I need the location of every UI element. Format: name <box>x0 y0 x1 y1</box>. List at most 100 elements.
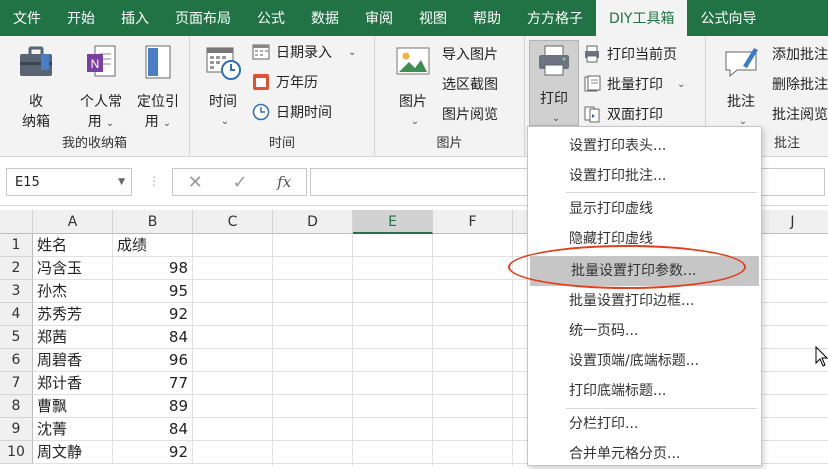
printer-icon <box>539 45 569 76</box>
comment-button[interactable]: 批注 ⌄ <box>718 42 764 132</box>
row-header[interactable]: 2 <box>0 257 33 280</box>
menu-item-print-bottom-title[interactable]: 打印底端标题... <box>528 376 761 406</box>
perpetual-calendar-label: 万年历 <box>276 75 318 91</box>
row-header[interactable]: 5 <box>0 326 33 349</box>
menu-item-merged-cell-paging[interactable]: 合并单元格分页... <box>528 439 761 469</box>
menu-item-column-print[interactable]: 分栏打印... <box>528 409 761 439</box>
score-cell[interactable]: 92 <box>113 303 193 326</box>
print-current-page-button[interactable]: 打印当前页 <box>583 44 677 64</box>
header-cell-name[interactable]: 姓名 <box>33 234 113 257</box>
print-button[interactable]: 打印 ⌄ <box>529 40 579 126</box>
chevron-down-icon: ⌄ <box>105 118 115 129</box>
name-cell[interactable]: 沈菁 <box>33 418 113 441</box>
menu-item-show-print-dashes[interactable]: 显示打印虚线 <box>528 194 761 224</box>
menu-item-set-top-bottom-titles[interactable]: 设置顶端/底端标题... <box>528 346 761 376</box>
menu-item-batch-print-params[interactable]: 批量设置打印参数... <box>530 256 759 286</box>
name-cell[interactable]: 苏秀芳 <box>33 303 113 326</box>
fx-icon[interactable]: fx <box>277 173 291 191</box>
add-comment-button[interactable]: 添加批注 <box>772 44 828 64</box>
image-view-button[interactable]: 图片阅览 <box>442 104 498 124</box>
name-cell[interactable]: 郑茜 <box>33 326 113 349</box>
score-cell[interactable]: 92 <box>113 441 193 464</box>
tab-file[interactable]: 文件 <box>0 0 54 36</box>
print-page-icon <box>585 45 599 63</box>
row-header[interactable]: 10 <box>0 441 33 464</box>
storage-box-button[interactable]: 收 纳箱 <box>12 42 60 132</box>
column-header[interactable]: F <box>433 210 513 234</box>
column-header[interactable]: C <box>193 210 273 234</box>
select-all-corner[interactable] <box>0 210 33 234</box>
menu-item-set-print-header[interactable]: 设置打印表头... <box>528 131 761 161</box>
group-time: 时间 ⌄ 日期录入 ⌄ 万年历 日期时间 时间 <box>190 36 375 157</box>
cancel-icon[interactable]: ✕ <box>188 172 203 193</box>
grip-icon[interactable]: ⋮ <box>148 174 160 188</box>
header-cell-score[interactable]: 成绩 <box>113 234 193 257</box>
row-header[interactable]: 6 <box>0 349 33 372</box>
tab-review[interactable]: 审阅 <box>352 0 406 36</box>
score-cell[interactable]: 77 <box>113 372 193 395</box>
panel-icon <box>145 45 171 79</box>
menu-item-batch-print-borders[interactable]: 批量设置打印边框... <box>528 286 761 316</box>
name-cell[interactable]: 孙杰 <box>33 280 113 303</box>
name-cell[interactable]: 冯含玉 <box>33 257 113 280</box>
score-cell[interactable]: 98 <box>113 257 193 280</box>
score-cell[interactable]: 84 <box>113 326 193 349</box>
menu-item-set-print-comments[interactable]: 设置打印批注... <box>528 161 761 191</box>
tab-insert[interactable]: 插入 <box>108 0 162 36</box>
menu-item-unify-page-numbers[interactable]: 统一页码... <box>528 316 761 346</box>
tab-formula-wizard[interactable]: 公式向导 <box>687 0 769 36</box>
personal-common-button[interactable]: N 个人常 用 ⌄ <box>72 42 130 134</box>
column-header[interactable]: B <box>113 210 193 234</box>
duplex-print-button[interactable]: 双面打印 <box>583 104 663 124</box>
name-cell[interactable]: 曹飘 <box>33 395 113 418</box>
name-cell[interactable]: 周碧香 <box>33 349 113 372</box>
perpetual-calendar-button[interactable]: 万年历 <box>252 72 318 92</box>
tab-help[interactable]: 帮助 <box>460 0 514 36</box>
score-cell[interactable]: 96 <box>113 349 193 372</box>
tab-fangfang[interactable]: 方方格子 <box>514 0 596 36</box>
column-header[interactable]: J <box>753 210 828 234</box>
tab-data[interactable]: 数据 <box>298 0 352 36</box>
row-header[interactable]: 7 <box>0 372 33 395</box>
time-button[interactable]: 时间 ⌄ <box>200 42 246 132</box>
image-button[interactable]: 图片 ⌄ <box>391 42 435 132</box>
check-icon[interactable]: ✓ <box>232 172 247 193</box>
score-cell[interactable]: 95 <box>113 280 193 303</box>
column-header[interactable]: A <box>33 210 113 234</box>
region-capture-button[interactable]: 选区截图 <box>442 74 498 94</box>
menu-separator <box>566 192 757 193</box>
row-header[interactable]: 3 <box>0 280 33 303</box>
import-image-button[interactable]: 导入图片 <box>442 44 498 64</box>
group-storage-label: 我的收纳箱 <box>61 136 127 151</box>
date-grid-icon <box>252 44 270 60</box>
row-header[interactable]: 4 <box>0 303 33 326</box>
tab-diy-toolbox[interactable]: DIY工具箱 <box>596 0 688 36</box>
import-image-label: 导入图片 <box>442 47 498 63</box>
name-cell[interactable]: 周文静 <box>33 441 113 464</box>
locate-reference-button[interactable]: 定位引 用 ⌄ <box>130 42 186 134</box>
date-entry-label: 日期录入 <box>276 45 332 61</box>
tab-home[interactable]: 开始 <box>54 0 108 36</box>
delete-comment-button[interactable]: 删除批注 <box>772 74 828 94</box>
row-header[interactable]: 9 <box>0 418 33 441</box>
row-header[interactable]: 1 <box>0 234 33 257</box>
menu-item-hide-print-dashes[interactable]: 隐藏打印虚线 <box>528 224 761 254</box>
tab-formulas[interactable]: 公式 <box>244 0 298 36</box>
batch-print-button[interactable]: 批量打印 ⌄ <box>583 74 685 94</box>
row-header[interactable]: 8 <box>0 395 33 418</box>
time-label: 时间 <box>209 94 237 110</box>
date-entry-button[interactable]: 日期录入 ⌄ <box>252 42 356 62</box>
column-header[interactable]: D <box>273 210 353 234</box>
date-time-button[interactable]: 日期时间 <box>252 102 332 122</box>
comment-view-button[interactable]: 批注阅览 <box>772 104 828 124</box>
column-header-selected[interactable]: E <box>353 210 433 234</box>
chevron-down-icon[interactable]: ▼ <box>118 177 125 187</box>
score-cell[interactable]: 84 <box>113 418 193 441</box>
name-box[interactable]: E15 ▼ <box>6 168 132 196</box>
tab-page-layout[interactable]: 页面布局 <box>162 0 244 36</box>
tab-view[interactable]: 视图 <box>406 0 460 36</box>
print-current-page-label: 打印当前页 <box>607 47 677 63</box>
name-cell[interactable]: 郑计香 <box>33 372 113 395</box>
formula-buttons: ✕ ✓ fx <box>172 168 307 196</box>
score-cell[interactable]: 89 <box>113 395 193 418</box>
